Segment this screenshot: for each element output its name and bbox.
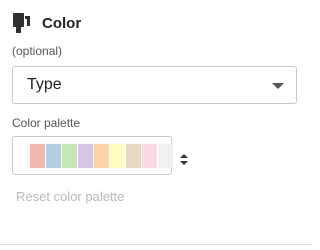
palette-swatch — [158, 144, 173, 168]
up-down-arrows-icon — [180, 154, 188, 165]
palette-swatch — [142, 144, 157, 168]
palette-swatch — [30, 144, 45, 168]
palette-swatch — [94, 144, 109, 168]
color-palette-picker[interactable] — [12, 136, 188, 175]
section-title: Color — [42, 14, 82, 32]
palette-swatch — [78, 144, 93, 168]
section-header: Color — [12, 12, 81, 34]
reset-color-palette-button[interactable]: Reset color palette — [16, 189, 124, 204]
type-dropdown[interactable]: Type — [12, 66, 297, 104]
palette-swatch — [62, 144, 77, 168]
caret-down-icon — [272, 83, 284, 89]
palette-swatch — [46, 144, 61, 168]
color-palette-label: Color palette — [12, 116, 81, 130]
type-dropdown-value: Type — [27, 76, 62, 93]
type-field-label: (optional) — [12, 44, 63, 58]
palette-swatch — [126, 144, 141, 168]
palette-swatch — [110, 144, 125, 168]
divider — [0, 244, 312, 245]
paint-bucket-icon — [13, 13, 30, 33]
palette-swatches — [30, 144, 173, 168]
